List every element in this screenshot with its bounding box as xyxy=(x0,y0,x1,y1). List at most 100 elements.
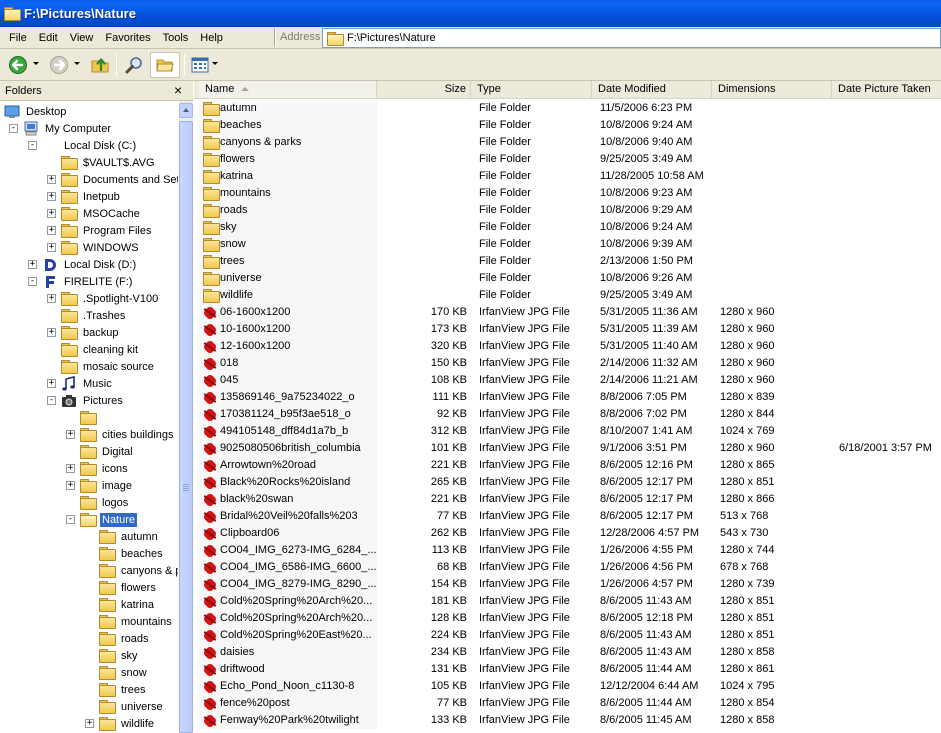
tree-item[interactable]: + Local Disk (D:) xyxy=(28,256,138,273)
file-row[interactable]: Fenway%20Park%20twilight 133 KB IrfanView … xyxy=(194,712,941,729)
tree-item[interactable]: Digital xyxy=(80,443,135,460)
forward-dropdown-icon[interactable] xyxy=(74,62,80,65)
tree-item[interactable]: + MSOCache xyxy=(47,205,142,222)
expand-icon[interactable]: + xyxy=(66,430,75,439)
expand-icon[interactable]: + xyxy=(47,379,56,388)
menu-view[interactable]: View xyxy=(64,32,100,44)
file-row[interactable]: 170381124_b95f3ae518_o 92 KB IrfanView JPG… xyxy=(194,406,941,423)
tree-item[interactable]: - My Computer xyxy=(9,120,113,137)
file-row[interactable]: Echo_Pond_Noon_c1130-8 105 KB IrfanView JP… xyxy=(194,678,941,695)
file-row[interactable]: driftwood 131 KB IrfanView JPG File 8/6/200… xyxy=(194,661,941,678)
tree-item[interactable]: + .Spotlight-V100 xyxy=(47,290,160,307)
file-row[interactable]: Clipboard06 262 KB IrfanView JPG File 12/28… xyxy=(194,525,941,542)
column-header-name[interactable]: Name xyxy=(199,81,377,98)
file-row[interactable]: Arrowtown%20road 221 KB IrfanView JPG File… xyxy=(194,457,941,474)
tree-item[interactable]: .Trashes xyxy=(61,307,127,324)
file-row[interactable]: CO04_IMG_6586-IMG_6600_... 68 KB IrfanView… xyxy=(194,559,941,576)
tree-item[interactable]: + icons xyxy=(66,460,130,477)
file-row[interactable]: snow File Folder 10/8/2006 9:39 AM xyxy=(194,236,941,253)
file-row[interactable]: 12-1600x1200 320 KB IrfanView JPG File 5/31… xyxy=(194,338,941,355)
menu-file[interactable]: File xyxy=(0,32,33,44)
file-row[interactable]: flowers File Folder 9/25/2005 3:49 AM xyxy=(194,151,941,168)
file-row[interactable]: autumn File Folder 11/5/2006 6:23 PM xyxy=(194,100,941,117)
file-row[interactable]: Cold%20Spring%20Arch%20... 181 KB IrfanVie… xyxy=(194,593,941,610)
tree-item[interactable]: - Nature xyxy=(66,511,138,528)
column-header-date-picture-taken[interactable]: Date Picture Taken xyxy=(832,81,941,98)
expand-icon[interactable]: + xyxy=(47,294,56,303)
file-row[interactable]: 06-1600x1200 170 KB IrfanView JPG File 5/31… xyxy=(194,304,941,321)
expand-icon[interactable]: + xyxy=(66,481,75,490)
tree-item[interactable]: beaches xyxy=(99,545,165,562)
menu-edit[interactable]: Edit xyxy=(33,32,64,44)
tree-item[interactable]: + cities buildings xyxy=(66,426,176,443)
back-button[interactable] xyxy=(6,52,30,78)
menu-favorites[interactable]: Favorites xyxy=(99,32,156,44)
address-field[interactable]: F:\Pictures\Nature xyxy=(322,28,941,48)
collapse-icon[interactable]: - xyxy=(47,396,56,405)
file-row[interactable]: fence%20post 77 KB IrfanView JPG File 8/6/2… xyxy=(194,695,941,712)
collapse-icon[interactable]: - xyxy=(28,141,37,150)
column-header-date-modified[interactable]: Date Modified xyxy=(592,81,712,98)
file-row[interactable]: universe File Folder 10/8/2006 9:26 AM xyxy=(194,270,941,287)
file-row[interactable]: CO04_IMG_8279-IMG_8290_... 154 KB IrfanVie… xyxy=(194,576,941,593)
scrollbar-thumb[interactable] xyxy=(179,121,193,733)
tree-item[interactable] xyxy=(80,409,104,426)
expand-icon[interactable]: + xyxy=(85,719,94,728)
tree-item[interactable]: sky xyxy=(99,647,140,664)
search-button[interactable] xyxy=(122,52,146,78)
tree-item[interactable]: mosaic source xyxy=(61,358,156,375)
tree-item[interactable]: + WINDOWS xyxy=(47,239,141,256)
tree-item[interactable]: roads xyxy=(99,630,151,647)
tree-item[interactable]: universe xyxy=(99,698,165,715)
up-folder-button[interactable] xyxy=(88,52,112,78)
expand-icon[interactable]: + xyxy=(47,175,56,184)
file-row[interactable]: 10-1600x1200 173 KB IrfanView JPG File 5/31… xyxy=(194,321,941,338)
tree-item[interactable]: + Documents and Sett xyxy=(47,171,178,188)
file-row[interactable]: Cold%20Spring%20East%20... 224 KB IrfanVie… xyxy=(194,627,941,644)
file-row[interactable]: katrina File Folder 11/28/2005 10:58 AM xyxy=(194,168,941,185)
tree-item[interactable]: + image xyxy=(66,477,134,494)
file-row[interactable]: Cold%20Spring%20Arch%20... 128 KB IrfanVie… xyxy=(194,610,941,627)
views-dropdown-icon[interactable] xyxy=(212,62,218,65)
expand-icon[interactable]: + xyxy=(47,226,56,235)
forward-button[interactable] xyxy=(47,52,71,78)
file-row[interactable]: 135869146_9a75234022_o 111 KB IrfanView JP… xyxy=(194,389,941,406)
tree-item[interactable]: canyons & p xyxy=(99,562,178,579)
file-row[interactable]: roads File Folder 10/8/2006 9:29 AM xyxy=(194,202,941,219)
file-row[interactable]: beaches File Folder 10/8/2006 9:24 AM xyxy=(194,117,941,134)
folders-button[interactable] xyxy=(150,52,180,78)
expand-icon[interactable]: + xyxy=(47,328,56,337)
title-bar[interactable]: F:\Pictures\Nature xyxy=(0,0,941,27)
tree-item[interactable]: cleaning kit xyxy=(61,341,140,358)
tree-item[interactable]: + Music xyxy=(47,375,114,392)
tree-item[interactable]: Desktop xyxy=(4,103,68,120)
tree-item[interactable]: $VAULT$.AVG xyxy=(61,154,157,171)
file-row[interactable]: 045 108 KB IrfanView JPG File 2/14/2006 11:… xyxy=(194,372,941,389)
back-dropdown-icon[interactable] xyxy=(33,62,39,65)
column-header-size[interactable]: Size xyxy=(377,81,471,98)
file-row[interactable]: 018 150 KB IrfanView JPG File 2/14/2006 11:… xyxy=(194,355,941,372)
views-button[interactable] xyxy=(190,52,210,78)
file-row[interactable]: Bridal%20Veil%20falls%203 77 KB IrfanView … xyxy=(194,508,941,525)
column-header-type[interactable]: Type xyxy=(471,81,592,98)
tree-item[interactable]: katrina xyxy=(99,596,156,613)
expand-icon[interactable]: + xyxy=(28,260,37,269)
column-header-dimensions[interactable]: Dimensions xyxy=(712,81,832,98)
collapse-icon[interactable]: - xyxy=(28,277,37,286)
expand-icon[interactable]: + xyxy=(47,209,56,218)
tree-item[interactable]: trees xyxy=(99,681,147,698)
menu-tools[interactable]: Tools xyxy=(157,32,195,44)
tree-item[interactable]: + Program Files xyxy=(47,222,153,239)
menu-help[interactable]: Help xyxy=(194,32,229,44)
tree-item[interactable]: autumn xyxy=(99,528,160,545)
scroll-up-icon[interactable] xyxy=(179,103,193,118)
file-row[interactable]: wildlife File Folder 9/25/2005 3:49 AM xyxy=(194,287,941,304)
collapse-icon[interactable]: - xyxy=(66,515,75,524)
tree-item[interactable]: - FIRELITE (F:) xyxy=(28,273,134,290)
collapse-icon[interactable]: - xyxy=(9,124,18,133)
folder-tree-scrollbar[interactable] xyxy=(178,101,193,733)
file-row[interactable]: canyons & parks File Folder 10/8/2006 9:40… xyxy=(194,134,941,151)
tree-item[interactable]: + Inetpub xyxy=(47,188,122,205)
close-icon[interactable]: × xyxy=(174,82,182,98)
tree-item[interactable]: flowers xyxy=(99,579,158,596)
